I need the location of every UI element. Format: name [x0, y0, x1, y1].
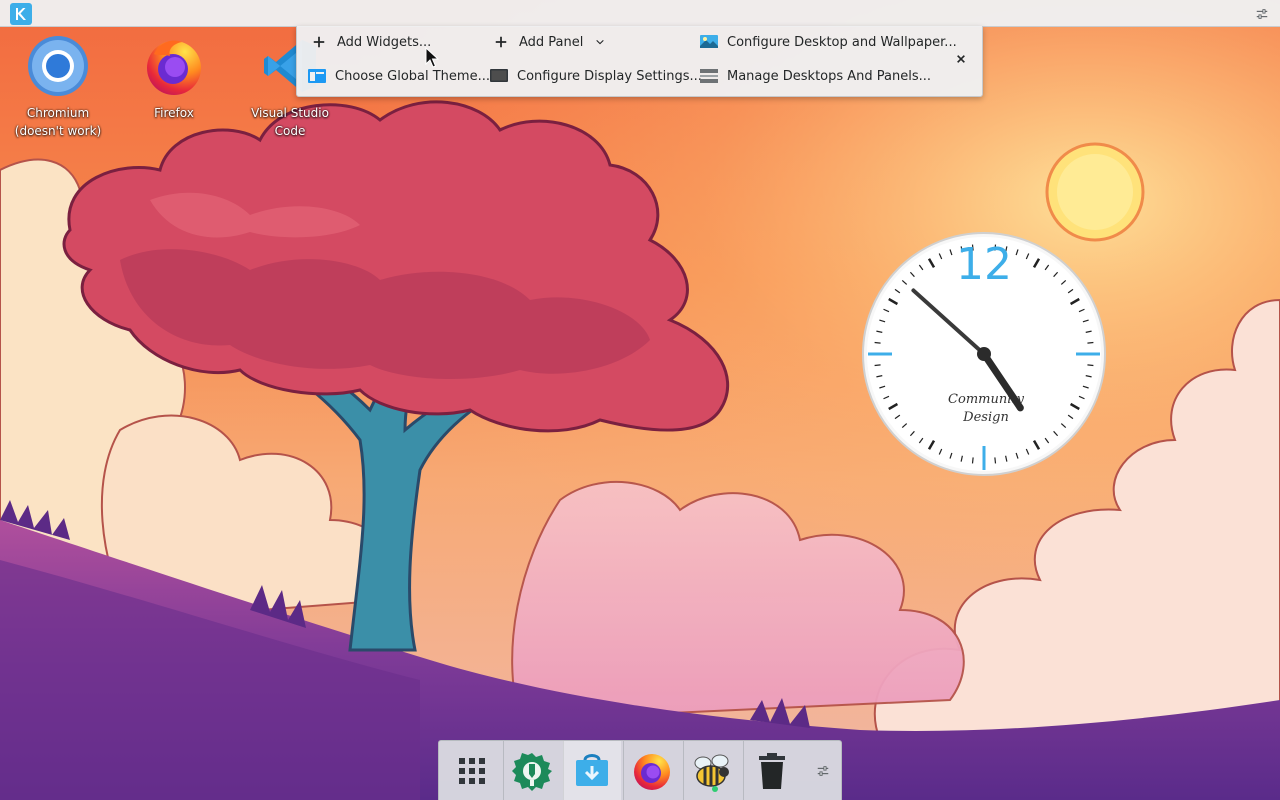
close-icon: [957, 55, 965, 63]
wallpaper-icon: [699, 32, 719, 52]
sliders-icon: [1256, 9, 1268, 19]
manage-desktops-label: Manage Desktops And Panels...: [727, 68, 932, 84]
configure-desktop-label: Configure Desktop and Wallpaper...: [727, 34, 957, 50]
choose-global-theme-label: Choose Global Theme...: [335, 68, 490, 84]
app-grid-icon: [459, 758, 485, 784]
firefox-icon: [634, 754, 670, 790]
clock-minute-mark: [971, 457, 974, 464]
clock-numeral: 12: [956, 239, 1012, 290]
firefox-icon: [147, 40, 201, 95]
bottom-dock-panel: [438, 740, 842, 800]
desktop-icon-chromium[interactable]: Chromium (doesn't work): [10, 34, 106, 140]
dock-item-firefox[interactable]: [623, 741, 681, 800]
sliders-icon: [817, 766, 829, 776]
settings-gear-icon: [512, 753, 552, 791]
dock-configure-button[interactable]: [811, 759, 835, 783]
clock-minute-mark: [994, 457, 997, 464]
panel-configure-button[interactable]: [1252, 4, 1272, 24]
clock-center-pin: [977, 347, 991, 361]
close-toolbox-button[interactable]: [949, 47, 973, 71]
dock-item-system-settings[interactable]: [503, 741, 561, 800]
clock-minute-mark: [874, 364, 881, 367]
chromium-icon: [28, 36, 88, 96]
manage-desktops-button[interactable]: Manage Desktops And Panels...: [699, 63, 931, 89]
configure-display-button[interactable]: Configure Display Settings...: [489, 63, 702, 89]
discover-icon: [576, 754, 608, 786]
monitor-icon: [489, 66, 509, 86]
configure-desktop-button[interactable]: Configure Desktop and Wallpaper...: [699, 29, 957, 55]
add-panel-label: Add Panel: [519, 34, 584, 50]
dock-item-discover[interactable]: [563, 741, 621, 800]
dock-item-bee-app[interactable]: [683, 741, 741, 800]
kde-application-launcher-button[interactable]: [10, 3, 32, 25]
choose-global-theme-button[interactable]: Choose Global Theme...: [307, 63, 490, 89]
theme-icon: [307, 66, 327, 86]
dock-item-application-launcher[interactable]: [443, 741, 501, 800]
clock-minute-mark: [1087, 341, 1094, 344]
trash-icon: [759, 753, 785, 789]
clock-brand-line2: Design: [962, 410, 1009, 425]
clock-minute-mark: [874, 341, 881, 344]
desktop-icon-label: Firefox: [154, 106, 194, 120]
desktop-toolbox: Add Widgets... Add Panel Configure Deskt…: [296, 26, 983, 97]
plus-icon: [491, 32, 511, 52]
desktop-icon-label: Chromium (doesn't work): [14, 106, 102, 138]
mouse-cursor-icon: [425, 47, 439, 68]
add-widgets-label: Add Widgets...: [337, 34, 432, 50]
chevron-down-icon: [595, 36, 607, 48]
add-widgets-button[interactable]: Add Widgets...: [309, 29, 431, 55]
top-panel: [0, 0, 1280, 27]
desktop-icon-label: Visual Studio Code: [251, 106, 329, 138]
bee-icon: [694, 754, 729, 792]
add-panel-button[interactable]: Add Panel: [491, 29, 607, 55]
configure-display-label: Configure Display Settings...: [517, 68, 702, 84]
desktop-icon-firefox[interactable]: Firefox: [126, 34, 222, 122]
kde-logo-icon: [16, 8, 26, 20]
desktop-panels-icon: [699, 66, 719, 86]
plus-icon: [309, 32, 329, 52]
clock-minute-mark: [1087, 364, 1094, 367]
dock-item-trash[interactable]: [743, 741, 801, 800]
analog-clock-widget[interactable]: 12 Community Design: [861, 231, 1107, 477]
